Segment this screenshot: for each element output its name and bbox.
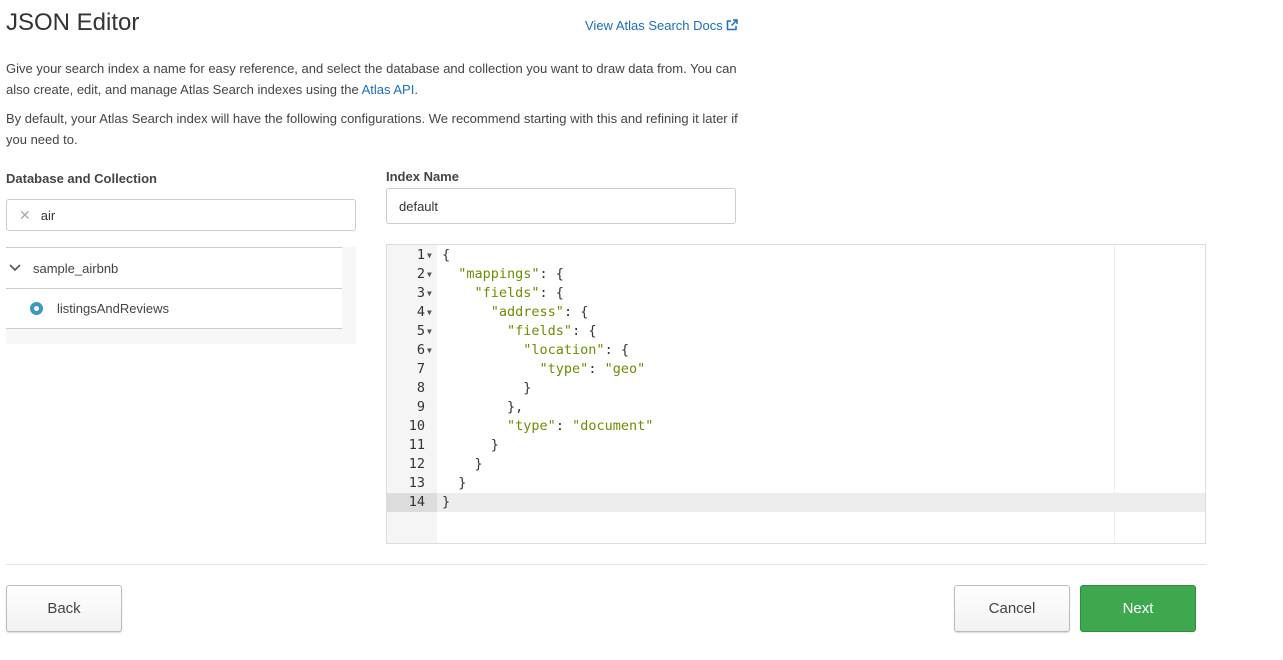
code-line: 5 ▼ "fields": { <box>387 322 1205 341</box>
line-number: 8 <box>416 380 425 396</box>
code-line: 3 ▼ "fields": { <box>387 284 1205 303</box>
fold-arrow-icon[interactable]: ▼ <box>427 246 432 265</box>
index-name-input[interactable]: default <box>386 188 736 224</box>
line-number: 1 <box>416 247 425 263</box>
code-text: "address": { <box>490 304 589 320</box>
cancel-button[interactable]: Cancel <box>954 585 1070 632</box>
chevron-down-icon <box>9 264 21 272</box>
code-line: 11 } <box>387 436 1205 455</box>
line-number: 4 <box>416 304 425 320</box>
desc-text-end: . <box>414 82 418 97</box>
clear-icon[interactable]: ✕ <box>19 207 31 224</box>
search-value: air <box>40 207 56 223</box>
code-line: 7 "type": "geo" <box>387 360 1205 379</box>
db-collection-label: Database and Collection <box>6 171 157 186</box>
radio-selected-icon[interactable] <box>30 302 43 315</box>
database-name: sample_airbnb <box>33 260 119 276</box>
view-docs-link[interactable]: View Atlas Search Docs <box>585 18 739 33</box>
line-number: 12 <box>408 456 425 472</box>
index-name-label: Index Name <box>386 169 459 184</box>
code-line: 9 }, <box>387 398 1205 417</box>
code-text: } <box>442 380 532 396</box>
line-number: 9 <box>416 399 425 415</box>
description-2: By default, your Atlas Search index will… <box>6 111 738 147</box>
code-text: }, <box>442 399 524 415</box>
collection-name: listingsAndReviews <box>57 301 169 316</box>
external-link-icon <box>727 19 739 31</box>
code-line: 8 } <box>387 379 1205 398</box>
code-text: "type": "geo" <box>539 361 646 377</box>
collection-tree: sample_airbnb listingsAndReviews <box>6 247 356 344</box>
code-line: 13 } <box>387 474 1205 493</box>
divider <box>6 564 1206 565</box>
code-text: { <box>442 247 451 263</box>
code-text: "fields": { <box>507 323 597 339</box>
code-line: 2 ▼ "mappings": { <box>387 265 1205 284</box>
collection-search-input[interactable]: ✕ air <box>6 199 356 231</box>
fold-arrow-icon[interactable]: ▼ <box>427 341 432 360</box>
tree-collection-item[interactable]: listingsAndReviews <box>6 288 342 329</box>
code-line: 4 ▼ "address": { <box>387 303 1205 322</box>
line-number: 11 <box>408 437 425 453</box>
code-text: } <box>442 494 451 510</box>
description-1: Give your search index a name for easy r… <box>6 58 746 100</box>
code-line: 10 "type": "document" <box>387 417 1205 436</box>
back-button[interactable]: Back <box>6 585 122 632</box>
line-number: 13 <box>408 475 425 491</box>
tree-database-item[interactable]: sample_airbnb <box>6 247 342 288</box>
code-line: 14} <box>387 493 1205 512</box>
code-text: "location": { <box>523 342 629 358</box>
code-line: 6 ▼ "location": { <box>387 341 1205 360</box>
fold-arrow-icon[interactable]: ▼ <box>427 322 432 341</box>
code-text: "type": "document" <box>507 418 654 434</box>
page-title: JSON Editor <box>6 9 140 36</box>
json-editor[interactable]: 1 ▼{2 ▼ "mappings": {3 ▼ "fields": {4 ▼ "add… <box>386 244 1206 544</box>
fold-arrow-icon[interactable]: ▼ <box>427 265 432 284</box>
code-text: } <box>442 456 483 472</box>
index-name-value: default <box>399 198 439 214</box>
view-docs-label: View Atlas Search Docs <box>585 18 723 33</box>
atlas-api-link[interactable]: Atlas API <box>362 82 415 97</box>
fold-arrow-icon[interactable]: ▼ <box>427 303 432 322</box>
line-number: 14 <box>387 493 437 512</box>
line-number: 3 <box>416 285 425 301</box>
line-number: 7 <box>416 361 425 377</box>
code-text: "mappings": { <box>458 266 564 282</box>
next-button[interactable]: Next <box>1080 585 1196 632</box>
code-text: "fields": { <box>474 285 564 301</box>
code-line: 1 ▼ { <box>387 246 1205 265</box>
line-number: 6 <box>416 342 425 358</box>
code-text: } <box>442 437 499 453</box>
line-number: 2 <box>416 266 425 282</box>
line-number: 5 <box>416 323 425 339</box>
line-number: 10 <box>408 418 425 434</box>
code-text: } <box>442 475 467 491</box>
fold-arrow-icon[interactable]: ▼ <box>427 284 432 303</box>
code-line: 12 } <box>387 455 1205 474</box>
